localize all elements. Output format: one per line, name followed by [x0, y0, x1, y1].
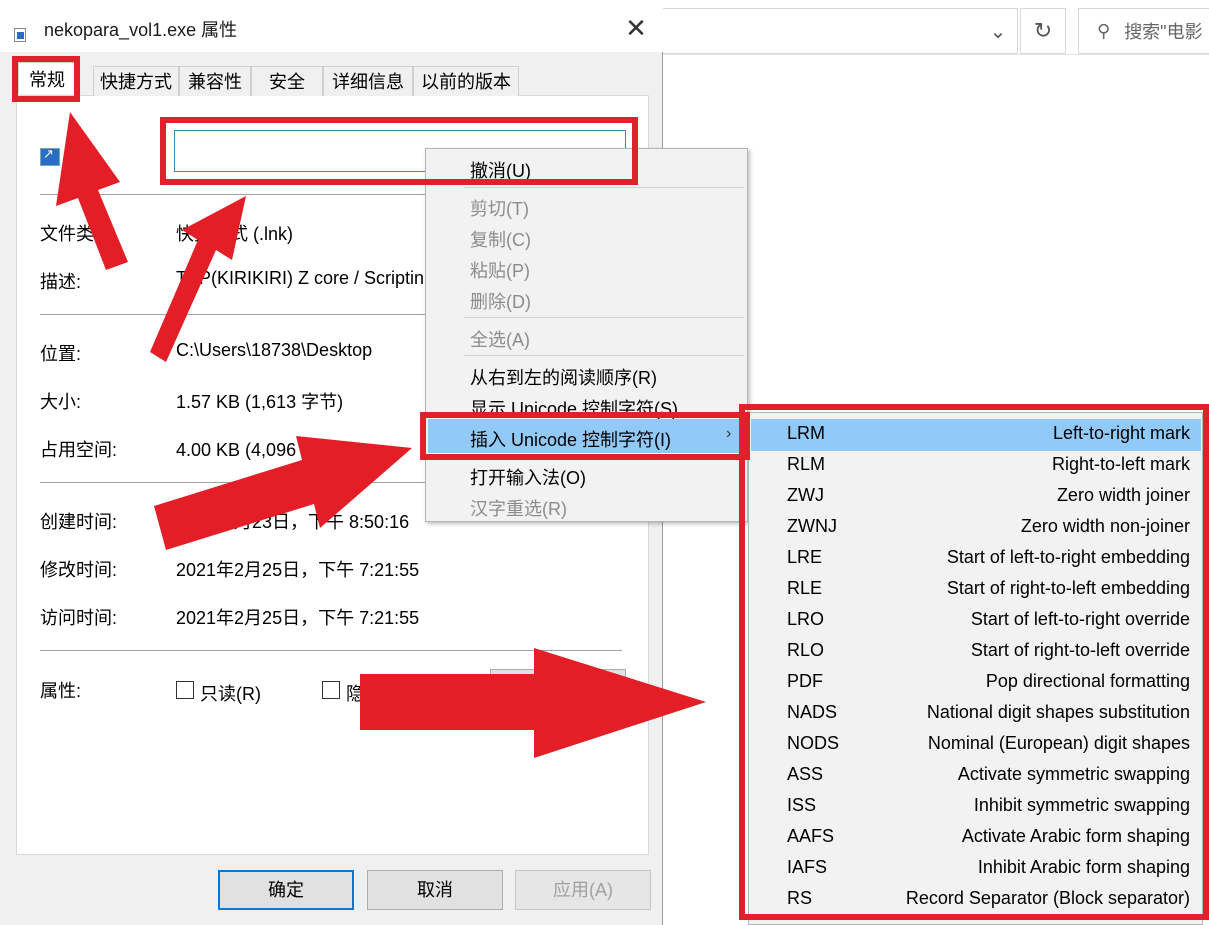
ok-button[interactable]: 确定 — [218, 870, 354, 910]
menu-separator — [464, 317, 744, 318]
context-menu: 撤消(U) 剪切(T) 复制(C) 粘贴(P) 删除(D) 全选(A) 从右到左… — [425, 148, 748, 522]
hidden-label: 隐 — [346, 684, 364, 704]
menu-separator — [464, 355, 744, 356]
disk-size-label: 占用空间: — [40, 440, 118, 460]
menu-separator — [464, 187, 744, 188]
search-icon: ⚲ — [1097, 20, 1111, 41]
attributes-label: 属性: — [40, 681, 82, 701]
advanced-button[interactable] — [490, 669, 626, 699]
location-label: 位置: — [40, 344, 82, 364]
menu-item-copy[interactable]: 复制(C) — [470, 226, 531, 252]
hidden-checkbox[interactable] — [322, 681, 340, 699]
tab-compatibility[interactable]: 兼容性 — [179, 66, 251, 96]
menu-item-reconvert[interactable]: 汉字重选(R) — [470, 495, 567, 521]
created-label: 创建时间: — [40, 512, 118, 532]
close-button[interactable]: ✕ — [612, 6, 660, 50]
divider — [40, 650, 622, 651]
modified-value: 2021年2月25日，下午 7:21:55 — [176, 560, 420, 580]
readonly-label: 只读(R) — [200, 684, 261, 704]
description-label: 描述: — [40, 272, 82, 292]
apply-button[interactable]: 应用(A) — [515, 870, 651, 910]
window-title: nekopara_vol1.exe 属性 — [44, 20, 238, 40]
disk-size-value: 4.00 KB (4,096 字节) — [176, 440, 344, 460]
readonly-checkbox[interactable] — [176, 681, 194, 699]
annotation-box-submenu — [739, 404, 1209, 920]
menu-item-paste[interactable]: 粘贴(P) — [470, 257, 530, 283]
accessed-label: 访问时间: — [40, 608, 118, 628]
menu-item-cut[interactable]: 剪切(T) — [470, 195, 529, 221]
file-icon — [14, 28, 26, 42]
annotation-box-insert-unicode — [420, 412, 750, 460]
tab-shortcut[interactable]: 快捷方式 — [93, 66, 179, 96]
tab-details[interactable]: 详细信息 — [323, 66, 413, 96]
location-value: C:\Users\18738\Desktop — [176, 340, 373, 360]
modified-label: 修改时间: — [40, 560, 118, 580]
address-bar[interactable] — [662, 8, 1018, 54]
created-value: 2月23日，下午 8:50:16 — [224, 512, 410, 532]
size-label: 大小: — [40, 392, 82, 412]
menu-item-rtl-reading[interactable]: 从右到左的阅读顺序(R) — [470, 364, 657, 390]
search-placeholder: 搜索"电影 — [1124, 22, 1203, 42]
menu-item-delete[interactable]: 删除(D) — [470, 288, 531, 314]
chevron-down-icon[interactable]: ⌄ — [978, 8, 1018, 54]
explorer-toolbar: ⌄ ↻ ⚲ 搜索"电影 — [662, 0, 1209, 55]
title-bar[interactable]: nekopara_vol1.exe 属性 ✕ — [0, 0, 663, 52]
menu-item-select-all[interactable]: 全选(A) — [470, 326, 530, 352]
file-type-label: 文件类 — [40, 224, 94, 244]
tab-security[interactable]: 安全 — [251, 66, 323, 96]
shortcut-icon — [40, 146, 60, 166]
cancel-button[interactable]: 取消 — [367, 870, 503, 910]
refresh-icon[interactable]: ↻ — [1020, 8, 1066, 54]
menu-item-open-ime[interactable]: 打开输入法(O) — [470, 464, 586, 490]
tab-previous-versions[interactable]: 以前的版本 — [413, 66, 519, 96]
description-value: TVP(KIRIKIRI) Z core / Scriptin — [176, 268, 425, 288]
file-type-value: 快捷方式 (.lnk) — [176, 224, 293, 244]
annotation-box-general-tab — [12, 56, 80, 102]
search-box[interactable]: ⚲ 搜索"电影 — [1078, 8, 1209, 54]
size-value: 1.57 KB (1,613 字节) — [176, 392, 344, 412]
accessed-value: 2021年2月25日，下午 7:21:55 — [176, 608, 420, 628]
annotation-box-filename-input — [160, 117, 638, 185]
